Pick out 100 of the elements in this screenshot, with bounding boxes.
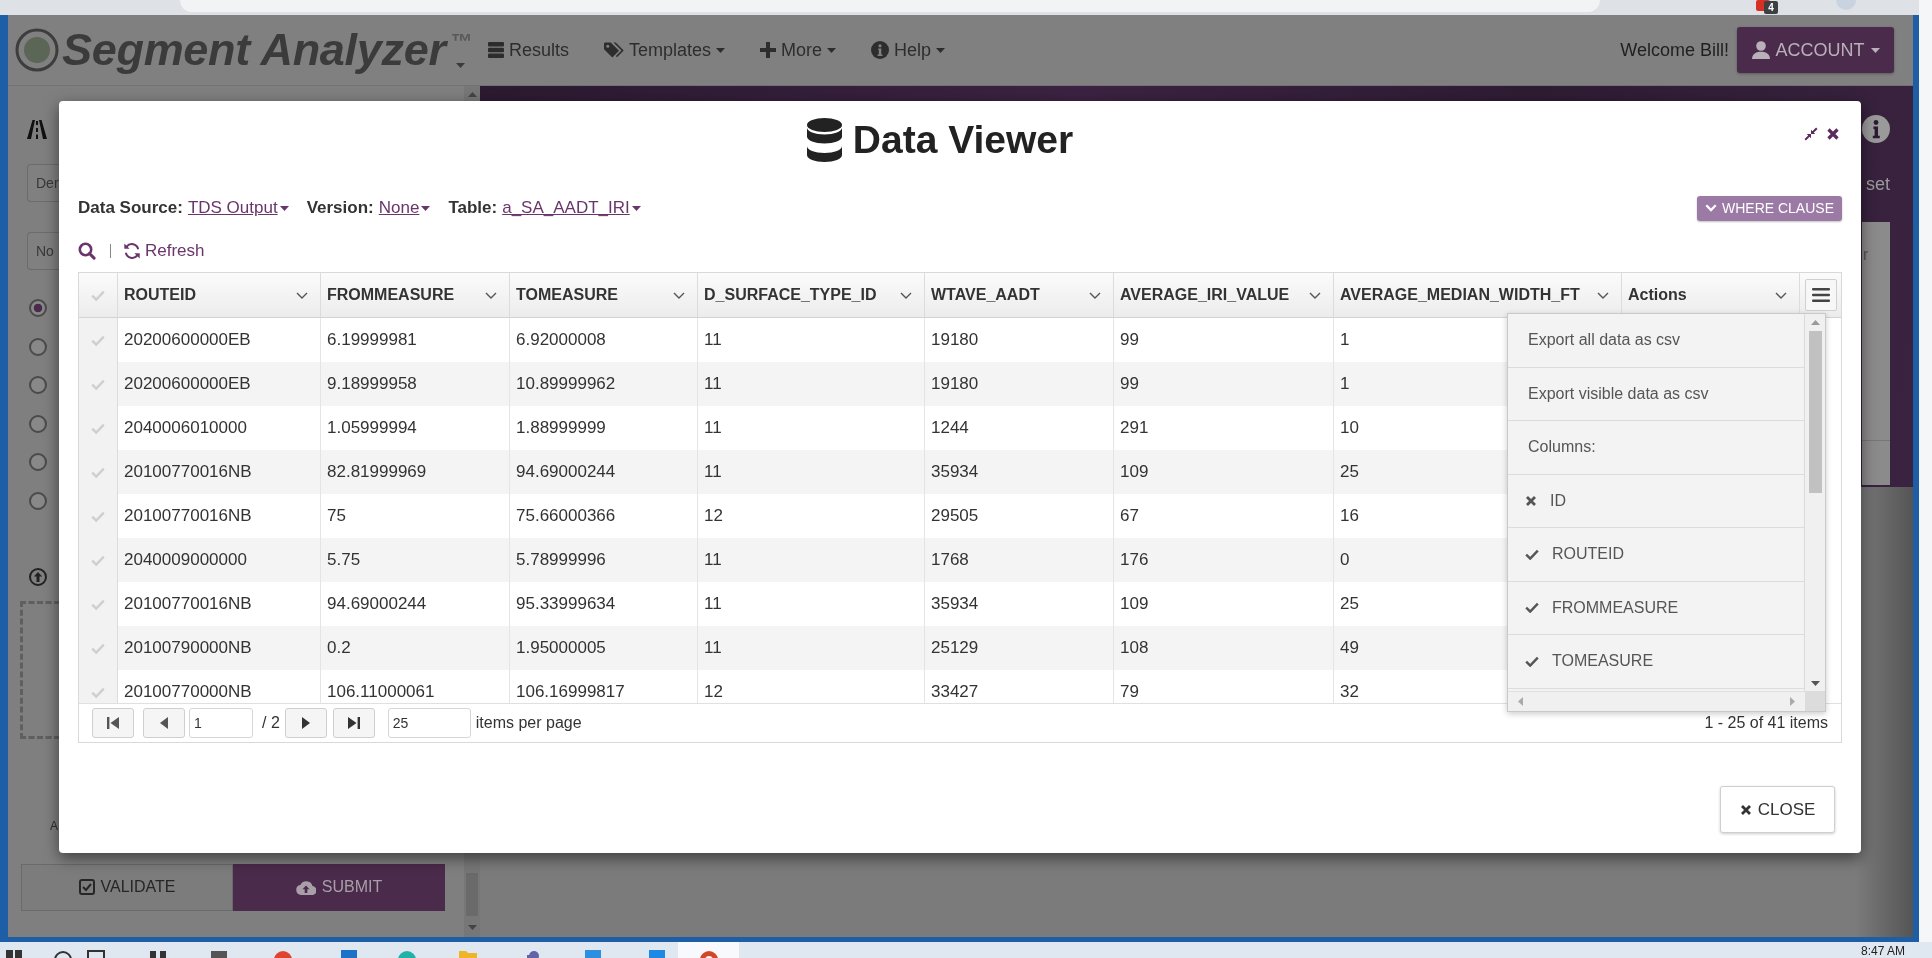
compress-icon[interactable] — [1804, 127, 1818, 141]
triangle-down-icon[interactable] — [1810, 681, 1820, 686]
task-view-icon[interactable] — [86, 948, 106, 958]
note-text: A — [50, 818, 58, 833]
road-icon — [27, 120, 47, 139]
column-header[interactable]: AVERAGE_IRI_VALUE — [1114, 273, 1334, 317]
nav-link[interactable]: More — [760, 36, 837, 64]
column-header[interactable]: TOMEASURE — [510, 273, 698, 317]
menu-heading: Columns: — [1508, 421, 1804, 475]
filter-label: Data Source: — [78, 197, 183, 220]
page-input[interactable]: 1 — [189, 708, 253, 738]
scrollbar-thumb[interactable] — [1808, 331, 1822, 493]
column-header[interactable]: FROMMEASURE — [321, 273, 510, 317]
reset-link[interactable]: set — [1866, 173, 1890, 195]
column-toggle[interactable]: FROMMEASURE — [1508, 581, 1804, 635]
app-icon — [698, 948, 719, 958]
chevron-down-icon[interactable] — [1597, 291, 1609, 299]
refresh-link[interactable]: Refresh — [123, 238, 205, 264]
upload-icon[interactable] — [29, 567, 47, 586]
where-clause-button[interactable]: WHERE CLAUSE — [1696, 195, 1842, 221]
scrollbar[interactable] — [1805, 314, 1825, 691]
table-cell: 108 — [1114, 626, 1334, 670]
table-cell: 25129 — [925, 626, 1114, 670]
table-cell: 11 — [698, 626, 925, 670]
submit-button[interactable]: SUBMIT — [233, 863, 445, 911]
scrollbar[interactable] — [1508, 691, 1805, 711]
trademark-sign: ™ — [449, 31, 472, 53]
welcome-text: Welcome Bill! — [1620, 38, 1729, 62]
table-cell: 94.69000244 — [510, 450, 698, 494]
validate-button[interactable]: VALIDATE — [21, 863, 233, 911]
start-icon[interactable] — [4, 948, 24, 958]
column-menu-button[interactable] — [1804, 279, 1837, 311]
previous-page-button[interactable] — [143, 708, 185, 738]
radio-button[interactable] — [29, 337, 47, 356]
caret-icon[interactable] — [936, 47, 946, 53]
info-icon[interactable] — [1862, 115, 1890, 143]
nav-link[interactable]: Templates — [604, 36, 726, 64]
chevron-down-icon[interactable] — [673, 291, 685, 299]
row-checkbox[interactable] — [79, 670, 118, 703]
page-size-input[interactable]: 25 — [387, 708, 471, 738]
chevron-down-icon[interactable] — [485, 291, 497, 299]
chevron-down-icon[interactable] — [900, 291, 912, 299]
radio-button[interactable] — [29, 414, 47, 433]
table-cell: 11 — [698, 538, 925, 582]
column-toggle[interactable]: ROUTEID — [1508, 528, 1804, 582]
table-cell: 176 — [1114, 538, 1334, 582]
nav-link[interactable]: Help — [871, 36, 946, 64]
menu-item[interactable]: Export all data as csv — [1508, 314, 1804, 368]
radio-button[interactable] — [29, 453, 47, 471]
taskbar-button[interactable] — [678, 942, 739, 958]
clock-text: 8:47 AM — [1860, 945, 1905, 958]
caret-icon[interactable] — [1870, 47, 1880, 53]
chevron-down-icon[interactable] — [1309, 291, 1321, 299]
triangle-up-icon[interactable] — [1810, 320, 1820, 325]
account-button[interactable]: ACCOUNT — [1737, 27, 1894, 73]
close-icon[interactable] — [1826, 127, 1840, 141]
triangle-left-icon[interactable] — [1518, 697, 1523, 706]
filter-label: Version: — [306, 197, 374, 220]
column-header[interactable]: WTAVE_AADT — [925, 273, 1114, 317]
menu-icon — [1811, 288, 1830, 302]
search-icon[interactable] — [78, 242, 96, 260]
filter-link[interactable]: a_SA_AADT_IRI — [502, 195, 630, 221]
table-cell: 10.89999962 — [510, 362, 698, 406]
next-page-button[interactable] — [284, 708, 327, 738]
close-button[interactable]: CLOSE — [1720, 786, 1835, 833]
caret-icon[interactable] — [716, 47, 726, 53]
app-icon[interactable] — [148, 948, 168, 958]
filter-label: Table: — [448, 197, 498, 220]
first-page-button[interactable] — [92, 708, 134, 738]
chevron-down-icon[interactable] — [296, 291, 308, 299]
caret-icon[interactable] — [279, 205, 289, 211]
column-toggle[interactable]: ID — [1508, 474, 1804, 528]
caret-icon[interactable] — [631, 205, 641, 211]
triangle-right-icon[interactable] — [1790, 697, 1795, 706]
last-page-button[interactable] — [332, 708, 375, 738]
menu-item[interactable]: Export visible data as csv — [1508, 367, 1804, 421]
column-toggle[interactable]: TOMEASURE — [1508, 635, 1804, 689]
triangle-up-icon[interactable] — [467, 92, 477, 97]
radio-button[interactable] — [29, 299, 47, 317]
filter-link[interactable]: None — [378, 195, 420, 221]
row-checkbox[interactable] — [79, 318, 118, 362]
chevron-down-icon — [1704, 204, 1717, 212]
table-cell: 9.18999958 — [321, 362, 510, 406]
x-icon — [1739, 803, 1752, 816]
table-cell: 20100790000NB — [118, 626, 321, 670]
radio-button[interactable] — [29, 376, 47, 394]
chevron-down-icon[interactable] — [1089, 291, 1101, 299]
caret-icon[interactable] — [827, 47, 837, 53]
first-page-icon — [107, 717, 119, 729]
check-square-icon — [78, 879, 95, 895]
column-header[interactable]: D_SURFACE_TYPE_ID — [698, 273, 925, 317]
refresh-icon — [123, 242, 141, 260]
search-icon[interactable] — [53, 948, 73, 958]
caret-icon[interactable] — [421, 205, 431, 211]
nav-link[interactable]: Results — [488, 36, 570, 64]
filter-link[interactable]: TDS Output — [187, 195, 278, 221]
app-icon[interactable] — [209, 948, 229, 958]
chevron-down-icon[interactable] — [1775, 291, 1787, 299]
radio-button[interactable] — [29, 491, 47, 510]
column-header[interactable]: ROUTEID — [118, 273, 321, 317]
